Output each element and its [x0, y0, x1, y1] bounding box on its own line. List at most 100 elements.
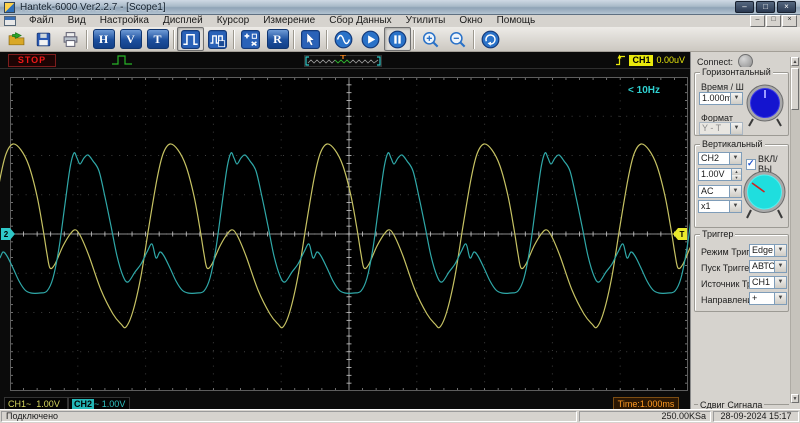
coupling-value: AC	[701, 186, 714, 196]
trigger-source-label: Источник Триг	[701, 279, 751, 289]
h-letter-icon: H	[93, 29, 115, 49]
ch1-scale-value: 1.00V	[36, 399, 60, 409]
trigger-group-title: Триггер	[700, 229, 735, 239]
chevron-down-icon: ▼	[729, 201, 741, 212]
chevron-down-icon: ▼	[729, 153, 741, 164]
volt-scale-spinner[interactable]: 1.00V ▲▼	[698, 168, 742, 181]
trigger-slope-select[interactable]: +▼	[749, 292, 787, 305]
ch1-label: CH1	[8, 399, 26, 409]
run-button[interactable]	[357, 27, 384, 51]
scroll-up-icon[interactable]: ▲	[791, 57, 799, 66]
main-content: STOP	[0, 52, 800, 409]
title-bar: Hantek-6000 Ver2.2.7 - [Scope1] – □ ×	[0, 0, 800, 15]
chevron-down-icon: ▼	[730, 123, 742, 134]
menu-item[interactable]: Помощь	[490, 15, 543, 27]
freq-label: < 10Hz	[628, 85, 660, 96]
math-operators-icon	[241, 30, 260, 49]
status-bar: Подключено 250.00KSa 28-09-2024 15:17	[0, 409, 800, 423]
volt-scale-value: 1.00V	[701, 169, 725, 179]
trigger-mode-value: Edge	[752, 245, 773, 255]
horizontal-group: Горизонтальный Время / Ш 1.000ms▼ Формат…	[694, 72, 789, 136]
svg-text:2: 2	[4, 230, 9, 239]
mdi-minimize-button[interactable]: –	[750, 15, 765, 27]
toolbar-separator	[473, 30, 475, 49]
minimize-button[interactable]: –	[735, 1, 754, 13]
trigger-channel-badge: CH1	[629, 55, 653, 66]
pulse-wave-icon	[181, 30, 200, 49]
menu-items: ФайлВидНастройкаДисплейКурсорИзмерениеСб…	[22, 15, 542, 27]
zoom-in-button[interactable]	[417, 27, 444, 51]
sine-generator-icon	[334, 30, 353, 49]
reference-button[interactable]: R	[264, 27, 291, 51]
print-button[interactable]	[57, 27, 84, 51]
zoom-out-icon	[448, 30, 467, 49]
pointer-cursor-icon	[301, 30, 320, 49]
menu-item[interactable]: Настройка	[93, 15, 156, 27]
horizontal-group-title: Горизонтальный	[700, 67, 773, 77]
open-button[interactable]	[3, 27, 30, 51]
ch2-label: CH2	[72, 399, 94, 409]
pause-icon	[388, 30, 407, 49]
menu-item[interactable]: Измерение	[256, 15, 322, 27]
trigger-sweep-select[interactable]: АВТО▼	[749, 260, 787, 273]
channel-select[interactable]: CH2▼	[698, 152, 742, 165]
trigger-slope-label: Направление Тр	[701, 295, 751, 305]
app-icon	[4, 2, 15, 13]
toolbar-separator	[86, 30, 88, 49]
pause-button[interactable]	[384, 27, 411, 51]
coupling-select[interactable]: AC▼	[698, 185, 742, 198]
close-button[interactable]: ×	[777, 1, 796, 13]
menu-item[interactable]: Вид	[61, 15, 93, 27]
waveform-generator-button[interactable]	[330, 27, 357, 51]
math-button[interactable]	[237, 27, 264, 51]
scrollbar-thumb[interactable]	[791, 68, 799, 110]
timebase-select[interactable]: 1.000ms▼	[699, 92, 743, 105]
vertical-group-title: Вертикальный	[700, 139, 765, 149]
menu-item[interactable]: Файл	[22, 15, 61, 27]
menu-item[interactable]: Дисплей	[156, 15, 210, 27]
toolbar-separator	[413, 30, 415, 49]
mdi-restore-button[interactable]: □	[766, 15, 781, 27]
zoom-out-button[interactable]	[444, 27, 471, 51]
scope-canvas[interactable]: 2T< 10Hz	[10, 77, 688, 391]
scroll-down-icon[interactable]: ▼	[791, 394, 799, 403]
toolbar-separator	[326, 30, 328, 49]
menu-item[interactable]: Сбор Данных	[322, 15, 398, 27]
format-select: Y - T▼	[699, 122, 743, 135]
timebase-label: Время / Ш	[701, 82, 744, 92]
trigger-slope-icon	[615, 54, 626, 66]
menu-item[interactable]: Курсор	[210, 15, 257, 27]
scope-display: 2T< 10Hz CH1~ 1.00V CH2~ 1.00V Time:1.00…	[0, 69, 690, 409]
cursor-tool-button[interactable]	[297, 27, 324, 51]
v-letter-icon: V	[120, 29, 142, 49]
horizontal-setup-button[interactable]: H	[90, 27, 117, 51]
zoom-in-icon	[421, 30, 440, 49]
scope-document-icon[interactable]	[4, 16, 16, 26]
vertical-setup-button[interactable]: V	[117, 27, 144, 51]
horizontal-knob[interactable]	[745, 83, 785, 131]
panel-scrollbar[interactable]: ▲ ▼	[790, 57, 800, 403]
ch2-scale-value: 1.00V	[102, 399, 126, 409]
vertical-knob[interactable]	[742, 169, 787, 223]
save-button[interactable]	[30, 27, 57, 51]
trigger-source-select[interactable]: CH1▼	[749, 276, 787, 289]
chevron-down-icon: ▼	[774, 293, 786, 304]
trigger-mode-label: Режим Триггера	[701, 247, 751, 257]
chevron-down-icon: ▼	[774, 261, 786, 272]
probe-select[interactable]: x1▼	[698, 200, 742, 213]
menu-item[interactable]: Окно	[452, 15, 489, 27]
mdi-close-button[interactable]: ×	[782, 15, 797, 27]
pulse-display-button[interactable]	[177, 27, 204, 51]
self-calibration-button[interactable]	[477, 27, 504, 51]
trigger-setup-button[interactable]: T	[144, 27, 171, 51]
delayed-sweep-button[interactable]	[204, 27, 231, 51]
menu-item[interactable]: Утилиты	[399, 15, 453, 27]
trigger-status-row: STOP	[0, 52, 690, 69]
maximize-button[interactable]: □	[756, 1, 775, 13]
trigger-mode-select[interactable]: Edge▼	[749, 244, 787, 257]
chevron-down-icon: ▼	[774, 245, 786, 256]
trigger-level-value: 0.00uV	[656, 55, 685, 65]
enable-checkbox[interactable]	[746, 159, 756, 170]
spin-down-icon[interactable]: ▼	[731, 175, 741, 181]
toolbar-separator	[173, 30, 175, 49]
